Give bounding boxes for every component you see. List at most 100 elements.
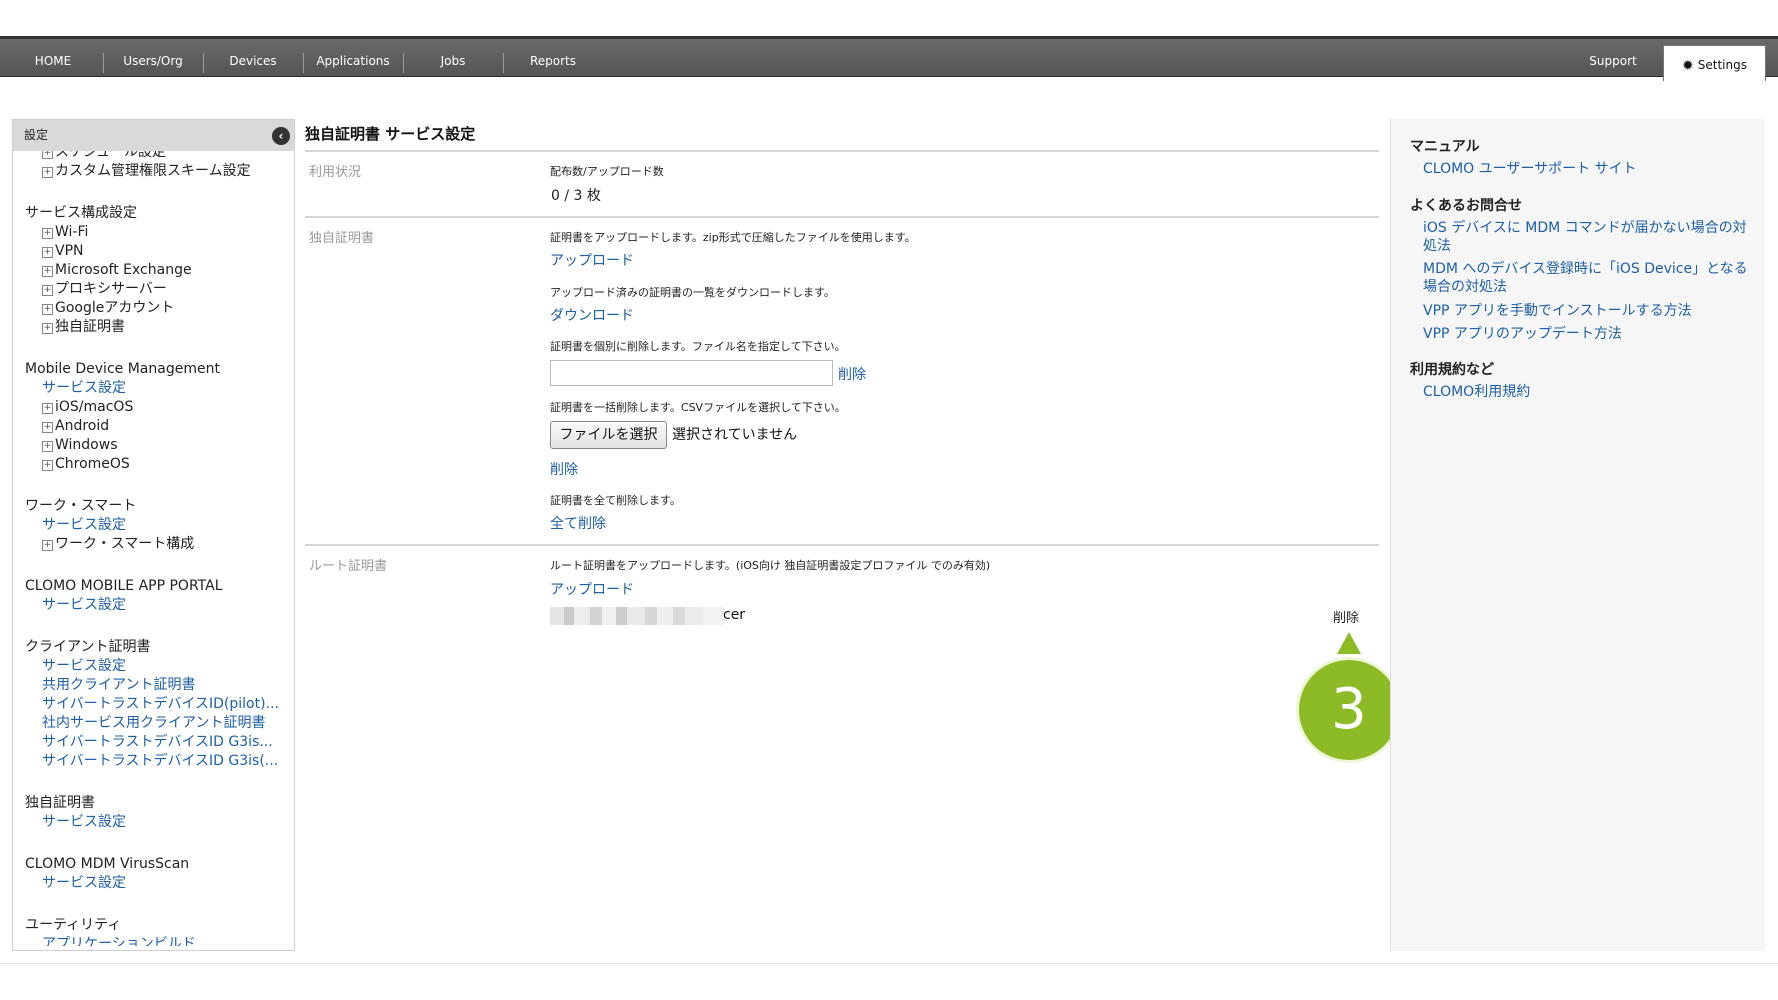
sidebar-item[interactable]: サービス設定 (42, 596, 126, 614)
divider (305, 216, 1379, 218)
cert-section-label: 独自証明書 (309, 231, 375, 246)
sidebar-item[interactable]: + Android (42, 417, 109, 435)
terms-link[interactable]: CLOMO利用規約 (1423, 383, 1753, 401)
expand-plus-icon[interactable]: + (42, 285, 53, 296)
settings-label: Settings (1697, 58, 1747, 72)
sidebar-item-label: Googleアカウント (55, 300, 175, 316)
sidebar-item[interactable]: サイバートラストデバイスID G3is... (42, 733, 273, 751)
expand-plus-icon[interactable]: + (42, 228, 53, 239)
sidebar-item[interactable]: + iOS/macOS (42, 398, 133, 416)
sidebar-item[interactable]: サービス設定 (42, 874, 126, 892)
delete-all-link[interactable]: 全て削除 (550, 513, 606, 533)
expand-plus-icon[interactable]: + (42, 167, 53, 178)
sidebar-group-heading: ワーク・スマート (25, 497, 136, 515)
sidebar-group-heading: Mobile Device Management (25, 360, 220, 378)
sidebar-item[interactable]: + Wi-Fi (42, 223, 88, 241)
sidebar-item[interactable]: サービス設定 (42, 379, 126, 397)
sidebar-item-label: VPN (55, 243, 84, 259)
upload-cert-link[interactable]: アップロード (550, 250, 634, 270)
sidebar-item-label: サービス設定 (42, 517, 126, 533)
terms-heading: 利用規約など (1410, 362, 1494, 378)
sidebar-item[interactable]: + スケジュール設定 (42, 151, 166, 161)
collapse-sidebar-icon[interactable]: ‹ (272, 127, 290, 145)
sidebar-item-label: 独自証明書 (55, 319, 125, 335)
download-cert-list-link[interactable]: ダウンロード (550, 305, 634, 325)
expand-plus-icon[interactable]: + (42, 151, 53, 159)
nav-devices[interactable]: Devices (208, 39, 298, 77)
sidebar-item[interactable]: + Windows (42, 436, 118, 454)
faq-link[interactable]: VPP アプリを手動でインストールする方法 (1423, 302, 1753, 320)
gear-icon: ✹ (1682, 58, 1694, 74)
expand-plus-icon[interactable]: + (42, 441, 53, 452)
nav-applications[interactable]: Applications (308, 39, 398, 77)
download-description: アップロード済みの証明書の一覧をダウンロードします。 (550, 286, 835, 299)
expand-plus-icon[interactable]: + (42, 403, 53, 414)
settings-sidebar: 設定 ‹ + スケジュール設定 + カスタム管理権限スキーム設定 サービス構成設定 + Wi… (12, 119, 295, 951)
sidebar-item-label: ワーク・スマート構成 (55, 536, 195, 552)
sidebar-item[interactable]: サービス設定 (42, 516, 126, 534)
sidebar-item[interactable]: アプリケーションビルド (42, 935, 196, 946)
expand-plus-icon[interactable]: + (42, 304, 53, 315)
sidebar-item[interactable]: 共用クライアント証明書 (42, 676, 195, 694)
step-callout-badge: 3 (1296, 657, 1402, 763)
sidebar-item[interactable]: + Googleアカウント (42, 299, 174, 317)
faq-link[interactable]: iOS デバイスに MDM コマンドが届かない場合の対処法 (1423, 219, 1753, 255)
sidebar-item[interactable]: + VPN (42, 242, 84, 260)
delete-root-cert-button[interactable]: 削除 (1333, 607, 1359, 626)
root-cert-section-label: ルート証明書 (309, 559, 388, 574)
sidebar-item[interactable]: 社内サービス用クライアント証明書 (42, 714, 265, 732)
sidebar-item[interactable]: + Microsoft Exchange (42, 261, 192, 279)
footer-divider (0, 963, 1778, 964)
upload-root-cert-link[interactable]: アップロード (550, 579, 634, 599)
sidebar-group-heading: サービス構成設定 (25, 204, 137, 222)
sidebar-item[interactable]: + 独自証明書 (42, 318, 125, 336)
divider (305, 150, 1379, 152)
expand-plus-icon[interactable]: + (42, 266, 53, 277)
no-file-selected-text: 選択されていません (672, 427, 798, 443)
expand-plus-icon[interactable]: + (42, 247, 53, 258)
expand-plus-icon[interactable]: + (42, 323, 53, 334)
sidebar-group-heading: CLOMO MOBILE APP PORTAL (25, 577, 223, 595)
sidebar-item[interactable]: サイバートラストデバイスID(pilot)... (42, 695, 279, 713)
callout-pointer (1337, 632, 1361, 654)
nav-jobs[interactable]: Jobs (408, 39, 498, 77)
sidebar-item-label: CLOMO MDM VirusScan (25, 856, 190, 872)
sidebar-title: 設定 (24, 128, 49, 142)
filename-input[interactable] (550, 360, 833, 386)
sidebar-item-label: サービス設定 (42, 875, 126, 891)
sidebar-header: 設定 ‹ (13, 120, 294, 151)
sidebar-item[interactable]: サービス設定 (42, 657, 126, 675)
choose-file-button[interactable]: ファイルを選択 (550, 421, 667, 449)
sidebar-item[interactable]: + カスタム管理権限スキーム設定 (42, 162, 251, 180)
sidebar-item-label: サービス設定 (42, 658, 126, 674)
user-support-site-link[interactable]: CLOMO ユーザーサポート サイト (1423, 160, 1753, 178)
sidebar-item-label: サイバートラストデバイスID G3is(... (42, 753, 279, 769)
sidebar-item-label: Wi-Fi (55, 224, 89, 240)
usage-section-label: 利用状況 (309, 165, 362, 180)
top-navigation-bar: HOME Users/Org Devices Applications Jobs… (0, 36, 1778, 81)
sidebar-item[interactable]: + ChromeOS (42, 455, 130, 473)
blurred-filename (550, 607, 725, 625)
sidebar-group-heading: 独自証明書 (25, 794, 95, 812)
expand-plus-icon[interactable]: + (42, 460, 53, 471)
nav-support[interactable]: Support (1570, 39, 1656, 77)
sidebar-item[interactable]: + プロキシサーバー (42, 280, 167, 298)
sidebar-item[interactable]: + ワーク・スマート構成 (42, 535, 194, 553)
faq-link[interactable]: VPP アプリのアップデート方法 (1423, 325, 1753, 343)
faq-link[interactable]: MDM へのデバイス登録時に「iOS Device」となる場合の対処法 (1423, 260, 1753, 296)
nav-users-org[interactable]: Users/Org (108, 39, 198, 77)
nav-separator (403, 53, 404, 73)
sidebar-item[interactable]: サービス設定 (42, 813, 126, 831)
nav-home[interactable]: HOME (14, 39, 92, 77)
sidebar-item-label: サイバートラストデバイスID(pilot)... (42, 696, 279, 712)
sidebar-group-heading: クライアント証明書 (25, 638, 150, 656)
sidebar-item-label: アプリケーションビルド (42, 936, 196, 946)
manual-heading: マニュアル (1410, 139, 1480, 155)
expand-plus-icon[interactable]: + (42, 422, 53, 433)
nav-reports[interactable]: Reports (508, 39, 598, 77)
delete-single-link[interactable]: 削除 (838, 364, 866, 384)
bulk-delete-link[interactable]: 削除 (550, 459, 578, 479)
nav-settings-tab[interactable]: ✹ Settings (1663, 45, 1766, 81)
sidebar-item[interactable]: サイバートラストデバイスID G3is(... (42, 752, 278, 770)
expand-plus-icon[interactable]: + (42, 540, 53, 551)
